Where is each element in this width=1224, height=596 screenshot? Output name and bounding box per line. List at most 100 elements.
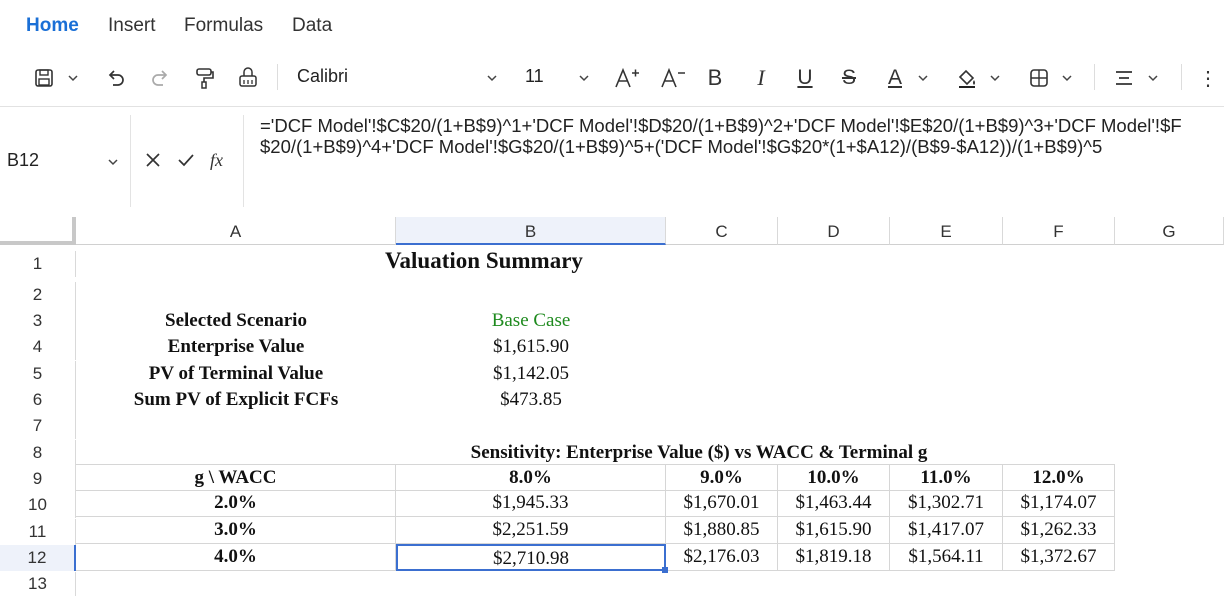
table-header-cell[interactable]: g \ WACC [76, 464, 396, 491]
summary-label[interactable]: Selected Scenario [76, 308, 396, 334]
summary-label[interactable]: PV of Terminal Value [76, 361, 396, 387]
toolbar: B I U S A ⋮ [0, 52, 1224, 104]
row-header-8[interactable]: 8 [0, 440, 76, 466]
summary-value[interactable]: $1,615.90 [396, 334, 666, 360]
table-header-cell[interactable]: 10.0% [778, 464, 890, 491]
chevron-down-icon[interactable] [988, 65, 1002, 91]
table-cell[interactable]: $2,176.03 [666, 544, 778, 571]
summary-value[interactable]: Base Case [396, 308, 666, 334]
clear-format-icon[interactable] [236, 65, 260, 91]
summary-value[interactable]: $1,142.05 [396, 361, 666, 387]
sheet-title[interactable]: Valuation Summary [76, 248, 892, 274]
font-family-select[interactable]: Calibri [297, 66, 348, 87]
row-header-1[interactable]: 1 [0, 251, 76, 277]
font-color-button[interactable]: A [884, 65, 906, 91]
table-cell[interactable]: $1,670.01 [666, 491, 778, 517]
table-header-cell[interactable]: 11.0% [890, 464, 1003, 491]
chevron-down-icon[interactable] [485, 65, 499, 91]
ribbon-menu: Home Insert Formulas Data [0, 0, 1224, 52]
row-header-9[interactable]: 9 [0, 466, 76, 492]
increase-font-size-icon[interactable] [614, 65, 640, 91]
row-header-12[interactable]: 12 [0, 545, 76, 571]
menu-insert[interactable]: Insert [108, 15, 156, 37]
sensitivity-title[interactable]: Sensitivity: Enterprise Value ($) vs WAC… [396, 440, 1002, 466]
confirm-icon[interactable] [177, 152, 195, 173]
column-header-c[interactable]: C [666, 217, 778, 245]
row-header-7[interactable]: 7 [0, 413, 76, 439]
row-header-11[interactable]: 11 [0, 519, 76, 545]
table-header-cell[interactable]: 8.0% [396, 464, 666, 491]
row-header-13[interactable]: 13 [0, 572, 76, 596]
row-header-6[interactable]: 6 [0, 387, 76, 413]
cell-reference-box[interactable]: B12 [7, 150, 39, 171]
save-icon[interactable] [32, 65, 56, 91]
chevron-down-icon[interactable] [66, 65, 80, 91]
table-cell[interactable]: $1,819.18 [778, 544, 890, 571]
table-cell[interactable]: $1,615.90 [778, 517, 890, 544]
summary-label[interactable]: Sum PV of Explicit FCFs [76, 387, 396, 413]
table-cell[interactable]: $1,372.67 [1003, 544, 1115, 571]
row-header-10[interactable]: 10 [0, 492, 76, 518]
font-size-select[interactable]: 11 [525, 66, 544, 87]
italic-button[interactable]: I [750, 65, 772, 91]
table-header-cell[interactable]: 9.0% [666, 464, 778, 491]
redo-icon[interactable] [148, 65, 172, 91]
cancel-icon[interactable] [145, 152, 161, 173]
toolbar-divider [277, 64, 278, 90]
menu-home[interactable]: Home [26, 15, 79, 37]
undo-icon[interactable] [104, 65, 128, 91]
column-header-b[interactable]: B [396, 217, 666, 245]
selected-cell[interactable]: $2,710.98 [396, 544, 666, 571]
table-row-label[interactable]: 4.0% [76, 544, 396, 571]
chevron-down-icon[interactable] [1146, 65, 1160, 91]
bold-button[interactable]: B [704, 65, 726, 91]
table-cell[interactable]: $1,880.85 [666, 517, 778, 544]
row-header-5[interactable]: 5 [0, 361, 76, 387]
table-row-label[interactable]: 3.0% [76, 517, 396, 544]
menu-data[interactable]: Data [292, 15, 332, 37]
chevron-down-icon[interactable] [916, 65, 930, 91]
column-header-a[interactable]: A [76, 217, 396, 245]
column-header-f[interactable]: F [1003, 217, 1115, 245]
table-cell[interactable]: $1,945.33 [396, 491, 666, 517]
row-header-3[interactable]: 3 [0, 308, 76, 334]
function-icon[interactable]: fx [210, 150, 223, 171]
row-header-2[interactable]: 2 [0, 282, 76, 308]
align-icon[interactable] [1112, 65, 1136, 91]
table-cell[interactable]: $1,302.71 [890, 491, 1003, 517]
column-header-g[interactable]: G [1115, 217, 1224, 245]
chevron-down-icon[interactable] [1060, 65, 1074, 91]
underline-button[interactable]: U [794, 65, 816, 91]
more-options-icon[interactable]: ⋮ [1198, 65, 1218, 91]
borders-icon[interactable] [1027, 65, 1051, 91]
menu-formulas[interactable]: Formulas [184, 15, 263, 37]
table-cell[interactable]: $2,251.59 [396, 517, 666, 544]
row-header-4[interactable]: 4 [0, 334, 76, 360]
spreadsheet-grid: A B C D E F G 1 2 3 4 5 6 7 8 9 10 11 12… [0, 217, 1224, 596]
table-row-label[interactable]: 2.0% [76, 491, 396, 517]
table-cell[interactable]: $1,463.44 [778, 491, 890, 517]
select-all-corner[interactable] [0, 217, 76, 245]
formula-bar-divider [130, 115, 131, 207]
table-cell[interactable]: $1,564.11 [890, 544, 1003, 571]
chevron-down-icon[interactable] [577, 65, 591, 91]
summary-value[interactable]: $473.85 [396, 387, 666, 413]
decrease-font-size-icon[interactable] [660, 65, 686, 91]
summary-label[interactable]: Enterprise Value [76, 334, 396, 360]
table-header-cell[interactable]: 12.0% [1003, 464, 1115, 491]
table-cell[interactable]: $1,174.07 [1003, 491, 1115, 517]
table-cell[interactable]: $1,417.07 [890, 517, 1003, 544]
formula-bar: B12 fx ='DCF Model'!$C$20/(1+B$9)^1+'DCF… [0, 106, 1224, 218]
format-painter-icon[interactable] [192, 65, 216, 91]
fill-handle[interactable] [662, 567, 668, 573]
table-cell[interactable]: $1,262.33 [1003, 517, 1115, 544]
chevron-down-icon[interactable] [108, 153, 118, 171]
toolbar-divider [1094, 64, 1095, 90]
column-header-d[interactable]: D [778, 217, 890, 245]
column-header-e[interactable]: E [890, 217, 1003, 245]
toolbar-divider [1181, 64, 1182, 90]
formula-input[interactable]: ='DCF Model'!$C$20/(1+B$9)^1+'DCF Model'… [260, 115, 1200, 157]
formula-bar-divider [243, 115, 244, 207]
fill-color-icon[interactable] [955, 65, 979, 91]
strikethrough-button[interactable]: S [838, 65, 860, 91]
